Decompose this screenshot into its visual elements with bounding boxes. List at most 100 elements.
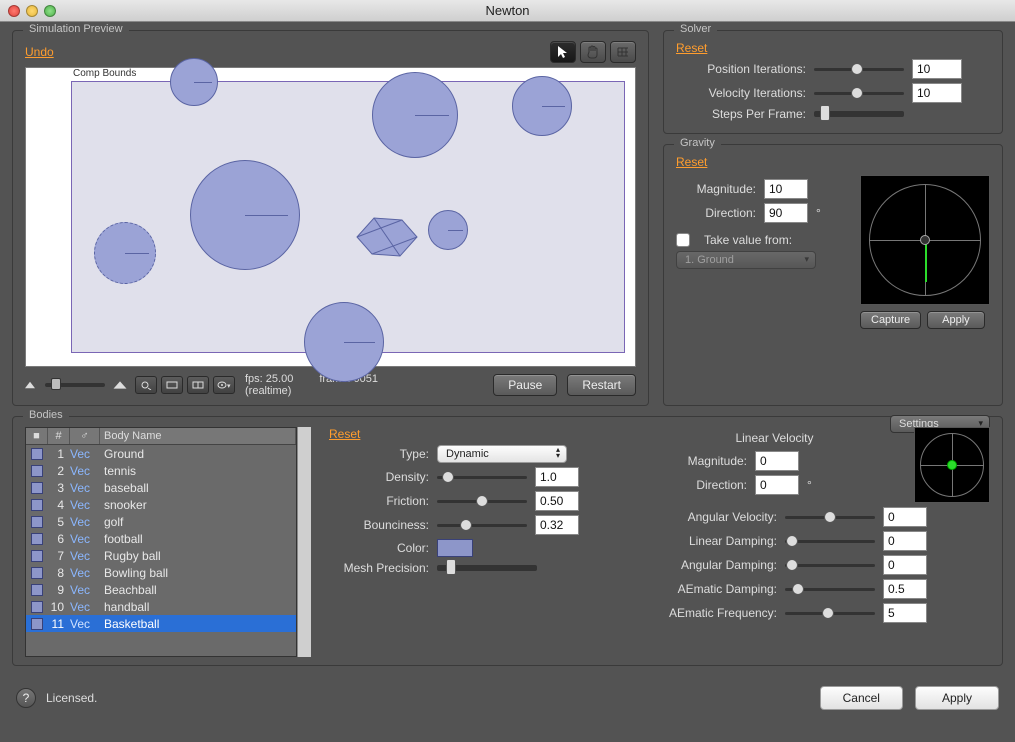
velocity-iterations-label: Velocity Iterations: [676, 86, 806, 100]
friction-label: Friction: [329, 494, 429, 508]
preview-canvas[interactable]: Comp Bounds [25, 67, 636, 367]
velocity-iterations-input[interactable] [912, 83, 962, 103]
comp-bounds-label: Comp Bounds [71, 68, 138, 79]
angular-velocity-slider[interactable] [785, 516, 875, 519]
angular-damping-input[interactable] [883, 555, 927, 575]
position-iterations-slider[interactable] [814, 68, 904, 71]
bodies-header-name: Body Name [100, 428, 296, 444]
solver-legend: Solver [674, 23, 717, 35]
linear-velocity-dial[interactable] [914, 427, 990, 503]
velocity-iterations-slider[interactable] [814, 92, 904, 95]
grid-button[interactable] [187, 376, 209, 394]
titlebar: Newton [0, 0, 1015, 22]
table-row[interactable]: 9VecBeachball [26, 581, 296, 598]
help-button[interactable]: ? [16, 688, 36, 708]
position-iterations-input[interactable] [912, 59, 962, 79]
density-input[interactable] [535, 467, 579, 487]
gravity-capture-button[interactable]: Capture [860, 311, 921, 329]
fps-label: fps: 25.00 [245, 373, 293, 385]
gravity-group: Gravity Reset Magnitude: Direction: ° [663, 144, 1003, 406]
lv-magnitude-input[interactable] [755, 451, 799, 471]
aematic-damping-label: AEmatic Damping: [647, 582, 777, 596]
close-window-button[interactable] [8, 5, 20, 17]
restart-button[interactable]: Restart [567, 374, 636, 396]
gravity-apply-button[interactable]: Apply [927, 311, 985, 329]
table-row[interactable]: 2Vectennis [26, 462, 296, 479]
arrow-tool-button[interactable] [550, 41, 576, 63]
table-row[interactable]: 4Vecsnooker [26, 496, 296, 513]
bodies-reset-link[interactable]: Reset [329, 427, 360, 441]
realtime-label: (realtime) [245, 385, 293, 397]
zoom-slider[interactable] [45, 383, 105, 387]
lv-degree-symbol: ° [807, 478, 812, 492]
cancel-button[interactable]: Cancel [820, 686, 903, 710]
bounciness-slider[interactable] [437, 524, 527, 527]
angular-velocity-input[interactable] [883, 507, 927, 527]
lv-direction-input[interactable] [755, 475, 799, 495]
fit-button[interactable] [135, 376, 157, 394]
zoom-out-icon[interactable] [25, 382, 35, 388]
aematic-frequency-input[interactable] [883, 603, 927, 623]
hand-tool-button[interactable] [580, 41, 606, 63]
apply-button[interactable]: Apply [915, 686, 999, 710]
bounciness-label: Bounciness: [329, 518, 429, 532]
gravity-magnitude-input[interactable] [764, 179, 808, 199]
mesh-precision-label: Mesh Precision: [329, 561, 429, 575]
table-row[interactable]: 11VecBasketball [26, 615, 296, 632]
aematic-damping-slider[interactable] [785, 588, 875, 591]
table-row[interactable]: 7VecRugby ball [26, 547, 296, 564]
bodies-header-num: # [48, 428, 70, 444]
lv-direction-label: Direction: [647, 478, 747, 492]
bodies-scrollbar[interactable] [297, 427, 311, 657]
gravity-dial[interactable] [860, 175, 990, 305]
gravity-reset-link[interactable]: Reset [676, 155, 707, 169]
window-title: Newton [0, 3, 1015, 18]
undo-link[interactable]: Undo [25, 45, 54, 59]
linear-damping-input[interactable] [883, 531, 927, 551]
position-iterations-label: Position Iterations: [676, 62, 806, 76]
table-row[interactable]: 3Vecbaseball [26, 479, 296, 496]
simulation-preview-group: Simulation Preview Undo [12, 30, 649, 406]
take-value-from-checkbox[interactable] [676, 233, 690, 247]
mesh-precision-slider[interactable] [437, 565, 537, 571]
angular-damping-slider[interactable] [785, 564, 875, 567]
color-chip[interactable] [437, 539, 473, 557]
aematic-damping-input[interactable] [883, 579, 927, 599]
gravity-direction-label: Direction: [676, 206, 756, 220]
aematic-frequency-label: AEmatic Frequency: [647, 606, 777, 620]
bodies-legend: Bodies [23, 409, 69, 421]
take-value-from-dropdown[interactable]: 1. Ground [676, 251, 816, 269]
density-slider[interactable] [437, 476, 527, 479]
bounciness-input[interactable] [535, 515, 579, 535]
table-row[interactable]: 10Vechandball [26, 598, 296, 615]
type-dropdown[interactable]: Dynamic [437, 445, 567, 463]
table-row[interactable]: 6Vecfootball [26, 530, 296, 547]
linear-velocity-header: Linear Velocity [647, 431, 902, 445]
friction-slider[interactable] [437, 500, 527, 503]
minimize-window-button[interactable] [26, 5, 38, 17]
zoom-in-icon[interactable] [114, 381, 127, 388]
angular-velocity-label: Angular Velocity: [647, 510, 777, 524]
steps-per-frame-slider[interactable] [814, 111, 904, 117]
view-menu-button[interactable]: ▾ [213, 376, 235, 394]
friction-input[interactable] [535, 491, 579, 511]
zoom-window-button[interactable] [44, 5, 56, 17]
table-row[interactable]: 8VecBowling ball [26, 564, 296, 581]
lv-magnitude-label: Magnitude: [647, 454, 747, 468]
bounds-button[interactable] [161, 376, 183, 394]
table-row[interactable]: 5Vecgolf [26, 513, 296, 530]
aematic-frequency-slider[interactable] [785, 612, 875, 615]
pause-button[interactable]: Pause [493, 374, 557, 396]
table-row[interactable]: 1VecGround [26, 445, 296, 462]
solver-group: Solver Reset Position Iterations: Veloci… [663, 30, 1003, 134]
take-value-from-label: Take value from: [704, 233, 792, 247]
bodies-group: Bodies Settings ■ # ♂ Body Name 1VecGrou… [12, 416, 1003, 666]
bodies-header-type: ♂ [70, 428, 100, 444]
simulation-preview-legend: Simulation Preview [23, 23, 129, 35]
bodies-list[interactable]: ■ # ♂ Body Name 1VecGround2Vectennis3Vec… [25, 427, 297, 657]
grid-tool-button[interactable] [610, 41, 636, 63]
linear-damping-slider[interactable] [785, 540, 875, 543]
solver-reset-link[interactable]: Reset [676, 41, 707, 55]
density-label: Density: [329, 470, 429, 484]
gravity-direction-input[interactable] [764, 203, 808, 223]
